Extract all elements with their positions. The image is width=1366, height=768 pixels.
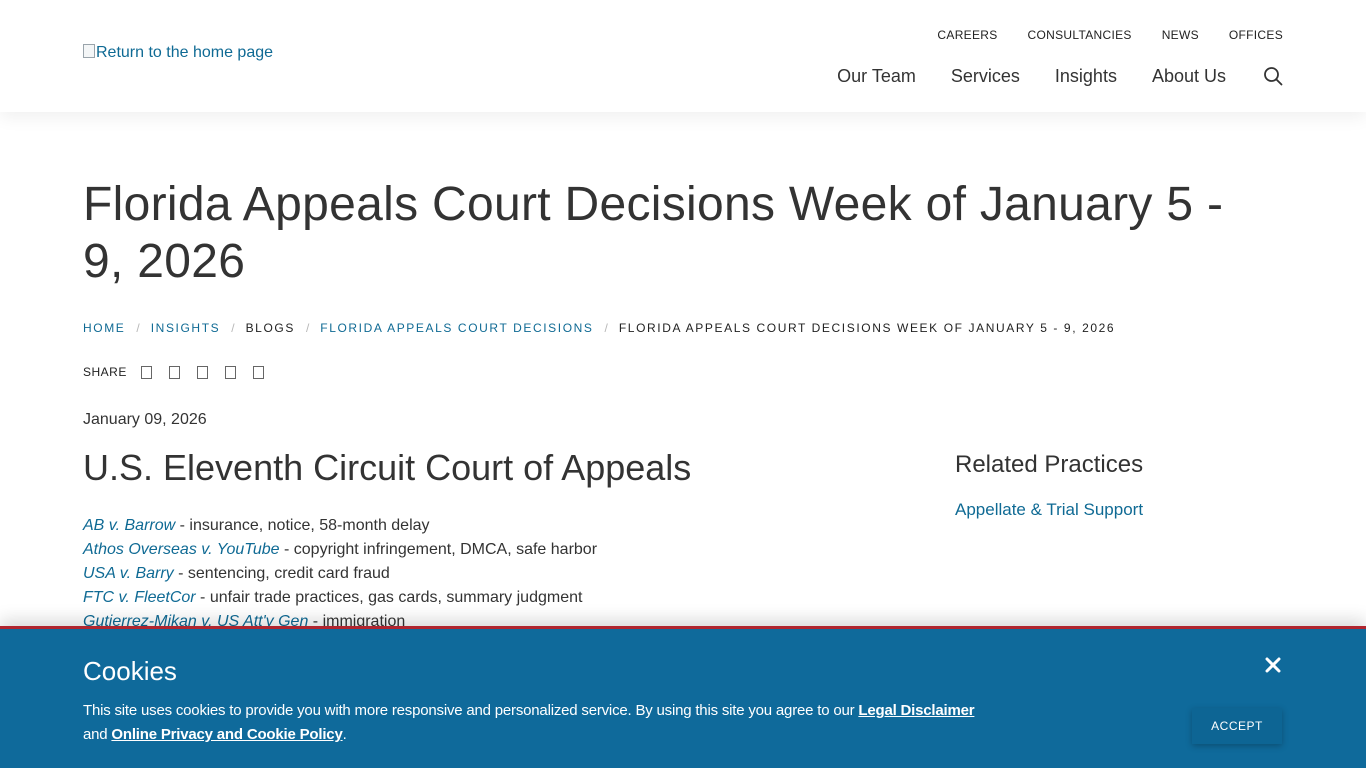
- close-icon-svg: [1265, 657, 1281, 673]
- utility-nav-offices[interactable]: OFFICES: [1229, 28, 1283, 42]
- utility-nav-careers[interactable]: CAREERS: [937, 28, 997, 42]
- breadcrumb: HOME / INSIGHTS / BLOGS / FLORIDA APPEAL…: [83, 321, 1115, 335]
- breadcrumb-florida-appeals[interactable]: FLORIDA APPEALS COURT DECISIONS: [320, 321, 593, 335]
- case-list: AB v. Barrow - insurance, notice, 58-mon…: [83, 514, 597, 634]
- share-print-icon[interactable]: [252, 365, 264, 379]
- list-item: Athos Overseas v. YouTube - copyright in…: [83, 538, 597, 562]
- section-heading: U.S. Eleventh Circuit Court of Appeals: [83, 447, 692, 488]
- privacy-policy-link[interactable]: Online Privacy and Cookie Policy: [111, 726, 342, 743]
- breadcrumb-separator: /: [231, 321, 235, 335]
- accept-cookies-button[interactable]: ACCEPT: [1192, 708, 1282, 744]
- main-nav-our-team[interactable]: Our Team: [837, 66, 916, 87]
- utility-nav-news[interactable]: NEWS: [1162, 28, 1199, 42]
- case-summary: - sentencing, credit card fraud: [173, 565, 390, 582]
- case-summary: - unfair trade practices, gas cards, sum…: [195, 589, 583, 606]
- utility-nav-consultancies[interactable]: CONSULTANCIES: [1028, 28, 1132, 42]
- utility-nav: CAREERS CONSULTANCIES NEWS OFFICES: [937, 28, 1283, 42]
- cookie-title: Cookies: [83, 656, 177, 686]
- search-icon-svg: [1264, 67, 1283, 86]
- logo-alt-text: Return to the home page: [96, 44, 274, 61]
- breadcrumb-blogs: BLOGS: [245, 321, 295, 335]
- cookie-text-intro: This site uses cookies to provide you wi…: [83, 702, 859, 719]
- breadcrumb-separator: /: [305, 321, 310, 335]
- related-practice-link[interactable]: Appellate & Trial Support: [955, 500, 1143, 520]
- share-twitter-icon[interactable]: [168, 365, 180, 379]
- case-link[interactable]: USA v. Barry: [83, 565, 174, 582]
- case-link[interactable]: AB v. Barrow: [83, 517, 175, 534]
- cookie-text-and: and: [83, 726, 112, 743]
- post-date: January 09, 2026: [83, 411, 207, 428]
- breadcrumb-separator: /: [136, 321, 140, 335]
- breadcrumb-current: FLORIDA APPEALS COURT DECISIONS WEEK OF …: [618, 321, 1116, 335]
- related-practices-heading: Related Practices: [955, 451, 1144, 478]
- page-title: Florida Appeals Court Decisions Week of …: [83, 178, 1224, 288]
- cookie-banner: Cookies This site uses cookies to provid…: [0, 626, 1366, 768]
- main-nav: Our Team Services Insights About Us: [837, 66, 1226, 87]
- main-nav-about-us[interactable]: About Us: [1152, 66, 1226, 87]
- share-linkedin-icon[interactable]: [196, 365, 208, 379]
- list-item: USA v. Barry - sentencing, credit card f…: [83, 562, 597, 586]
- cookie-text-end: .: [342, 726, 347, 743]
- legal-disclaimer-link[interactable]: Legal Disclaimer: [858, 702, 974, 719]
- breadcrumb-home[interactable]: HOME: [83, 321, 125, 335]
- cookie-text: This site uses cookies to provide you wi…: [83, 699, 983, 747]
- case-link[interactable]: Athos Overseas v. YouTube: [83, 541, 280, 558]
- list-item: FTC v. FleetCor - unfair trade practices…: [83, 586, 597, 610]
- share-email-icon[interactable]: [224, 365, 236, 379]
- main-nav-insights[interactable]: Insights: [1055, 66, 1117, 87]
- share-label: SHARE: [83, 365, 127, 379]
- main-nav-services[interactable]: Services: [951, 66, 1020, 87]
- case-summary: - copyright infringement, DMCA, safe har…: [279, 541, 598, 558]
- list-item: AB v. Barrow - insurance, notice, 58-mon…: [83, 514, 597, 538]
- share-facebook-icon[interactable]: [140, 365, 152, 379]
- site-header: Return to the home page CAREERS CONSULTA…: [0, 0, 1366, 112]
- case-link[interactable]: FTC v. FleetCor: [83, 589, 196, 606]
- share-bar: SHARE: [83, 365, 281, 379]
- breadcrumb-insights[interactable]: INSIGHTS: [151, 321, 220, 335]
- breadcrumb-separator: /: [604, 321, 608, 335]
- broken-image-icon: [83, 44, 95, 58]
- search-icon[interactable]: [1263, 66, 1283, 86]
- close-icon[interactable]: [1263, 655, 1283, 675]
- case-summary: - insurance, notice, 58-month delay: [175, 517, 430, 534]
- home-logo-link[interactable]: Return to the home page: [83, 44, 273, 62]
